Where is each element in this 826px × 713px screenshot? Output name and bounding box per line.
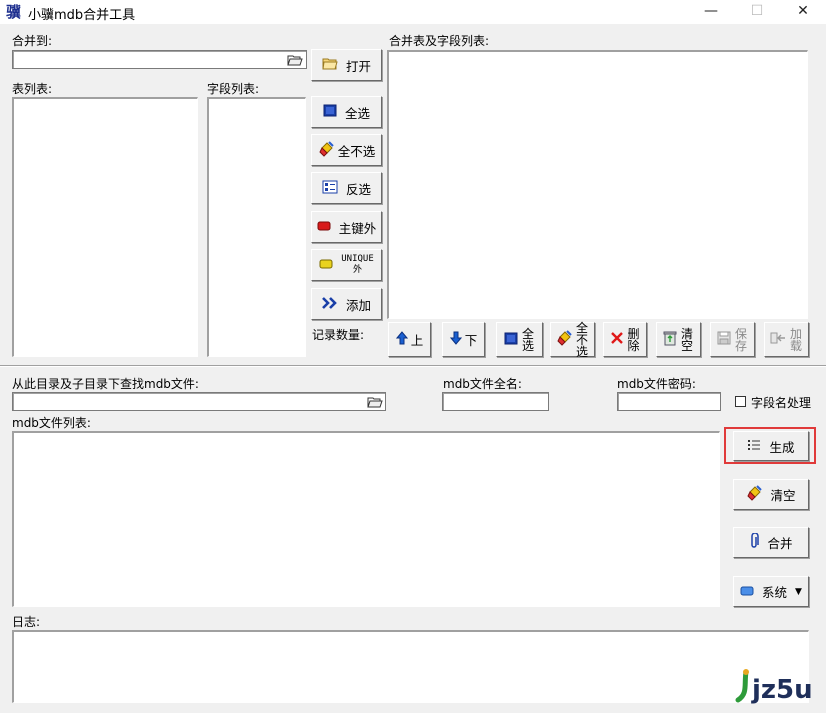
system-icon	[740, 585, 754, 599]
eraser-icon	[746, 485, 763, 504]
search-dir-input[interactable]	[12, 392, 386, 411]
red-key-icon	[317, 220, 331, 234]
merge-fields-list[interactable]	[387, 50, 808, 319]
recycle-bin-icon	[663, 330, 677, 349]
invert-label: 反选	[345, 181, 371, 197]
invert-selection-button[interactable]: 反选	[311, 172, 382, 204]
bar-clear-button[interactable]: 清空	[656, 322, 701, 357]
except-unique-line2: 外	[352, 265, 362, 275]
log-label: 日志:	[12, 615, 41, 629]
watermark-text: jz5u	[751, 675, 813, 705]
move-up-label: 上	[410, 333, 424, 348]
except-primary-key-label: 主键外	[338, 220, 377, 236]
table-list[interactable]	[12, 97, 198, 357]
mdb-password-input[interactable]	[617, 392, 721, 411]
arrow-up-icon	[395, 331, 408, 348]
clear-button[interactable]: 清空	[733, 479, 809, 510]
chevron-down-icon: ▼	[795, 586, 802, 597]
mdb-file-list[interactable]	[12, 431, 720, 607]
arrow-down-icon	[449, 331, 462, 348]
except-primary-key-button[interactable]: 主键外	[311, 211, 382, 243]
select-all-icon	[323, 104, 337, 120]
table-list-label: 表列表:	[12, 82, 53, 96]
delete-button[interactable]: 删除	[603, 322, 647, 357]
bar-deselect-all-button[interactable]: 全不选	[550, 320, 595, 359]
folder-open-icon[interactable]	[365, 394, 385, 410]
bar-select-all-label: 全选	[521, 326, 534, 353]
field-name-proc-label: 字段名处理	[751, 396, 812, 410]
log-box[interactable]	[12, 630, 809, 703]
save-label: 保存	[734, 326, 747, 353]
bar-clear-label: 清空	[680, 326, 693, 353]
except-unique-label: UNIQUE 外	[341, 254, 374, 276]
add-button[interactable]: 添加	[311, 288, 382, 320]
floppy-disk-icon	[717, 331, 731, 348]
record-count-label: 记录数量:	[312, 328, 365, 342]
select-all-icon	[504, 332, 518, 348]
bar-select-all-button[interactable]: 全选	[496, 322, 543, 357]
field-name-proc-checkbox[interactable]	[735, 396, 746, 407]
deselect-all-button[interactable]: 全不选	[311, 134, 382, 166]
app-icon: 骥	[6, 3, 22, 21]
jz5u-watermark-logo: jz5u	[722, 668, 822, 708]
select-all-label: 全选	[344, 105, 370, 121]
system-menu-button[interactable]: 系统 ▼	[733, 576, 809, 607]
add-label: 添加	[345, 297, 371, 313]
merge-button[interactable]: 合并	[733, 527, 809, 558]
open-button[interactable]: 打开	[311, 49, 382, 81]
mdb-fullname-input[interactable]	[442, 392, 549, 411]
yellow-key-icon	[319, 258, 333, 272]
except-unique-button[interactable]: UNIQUE 外	[311, 249, 382, 281]
folder-open-icon[interactable]	[285, 52, 305, 68]
clear-label: 清空	[770, 488, 796, 503]
system-label: 系统	[762, 585, 788, 600]
merge-fields-label: 合并表及字段列表:	[389, 34, 490, 48]
section-divider	[0, 365, 826, 366]
open-label: 打开	[345, 58, 371, 74]
minimize-button[interactable]: —	[688, 0, 734, 24]
load-label: 加载	[789, 326, 802, 353]
close-button[interactable]: ✕	[780, 0, 826, 24]
select-all-button[interactable]: 全选	[311, 96, 382, 128]
mdb-fullname-label: mdb文件全名:	[443, 377, 522, 391]
maximize-button[interactable]: ☐	[734, 0, 780, 24]
merge-to-input[interactable]	[12, 50, 307, 69]
search-dir-label: 从此目录及子目录下查找mdb文件:	[12, 377, 199, 391]
mdb-password-label: mdb文件密码:	[617, 377, 696, 391]
generate-label: 生成	[769, 439, 795, 455]
field-list[interactable]	[207, 97, 306, 357]
eraser-icon	[556, 330, 572, 349]
merge-to-label: 合并到:	[12, 34, 53, 48]
folder-icon	[322, 57, 338, 73]
list-icon	[747, 439, 761, 454]
window-title: 小骥mdb合并工具	[28, 8, 136, 23]
eraser-icon	[318, 140, 334, 160]
merge-label: 合并	[767, 536, 793, 551]
bar-deselect-all-label: 全不选	[575, 320, 588, 359]
paperclip-icon	[749, 532, 760, 552]
generate-button[interactable]: 生成	[733, 431, 809, 461]
except-unique-line1: UNIQUE	[341, 254, 374, 264]
field-list-label: 字段列表:	[207, 82, 260, 96]
mdb-list-label: mdb文件列表:	[12, 416, 91, 430]
red-x-icon	[610, 331, 624, 348]
load-icon	[770, 331, 786, 348]
move-down-label: 下	[464, 333, 478, 348]
double-chevron-right-icon	[322, 296, 338, 312]
load-button[interactable]: 加载	[764, 322, 809, 357]
delete-label: 删除	[627, 326, 640, 353]
invert-icon	[322, 180, 338, 197]
save-button[interactable]: 保存	[710, 322, 755, 357]
deselect-all-label: 全不选	[337, 143, 376, 159]
move-up-button[interactable]: 上	[388, 322, 431, 357]
move-down-button[interactable]: 下	[442, 322, 485, 357]
